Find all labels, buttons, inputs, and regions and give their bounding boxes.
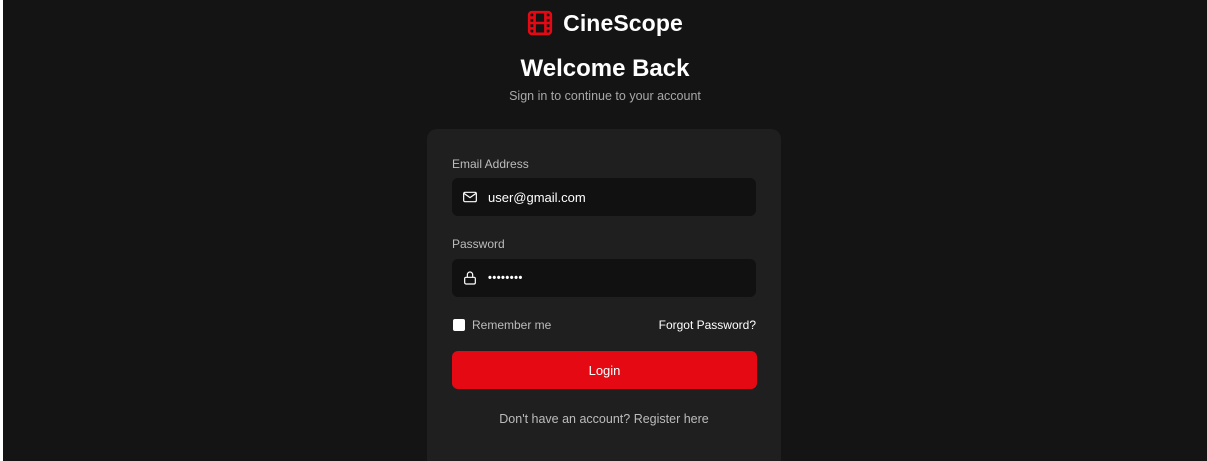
mail-icon bbox=[463, 191, 477, 203]
page-background: CineScope Welcome Back Sign in to contin… bbox=[3, 0, 1207, 461]
brand-name: CineScope bbox=[563, 9, 683, 36]
brand-header: CineScope bbox=[3, 8, 1207, 38]
password-label: Password bbox=[452, 237, 505, 251]
register-link[interactable]: Don't have an account? Register here bbox=[427, 412, 781, 426]
login-card: Email Address user@gmail.com Password ••… bbox=[427, 129, 781, 461]
email-field[interactable]: user@gmail.com bbox=[452, 178, 756, 216]
page-title: Welcome Back bbox=[520, 55, 690, 82]
remember-me[interactable]: Remember me bbox=[453, 318, 551, 332]
email-value: user@gmail.com bbox=[488, 189, 586, 205]
lock-icon bbox=[464, 271, 476, 285]
email-label: Email Address bbox=[452, 157, 529, 171]
film-icon bbox=[527, 10, 553, 36]
forgot-password-link[interactable]: Forgot Password? bbox=[659, 318, 756, 332]
password-field[interactable]: •••••••• bbox=[452, 259, 756, 297]
remember-checkbox[interactable] bbox=[453, 319, 465, 331]
remember-label: Remember me bbox=[472, 318, 552, 332]
login-button[interactable]: Login bbox=[452, 351, 757, 389]
password-value: •••••••• bbox=[488, 272, 523, 284]
page-subtitle: Sign in to continue to your account bbox=[509, 89, 701, 103]
